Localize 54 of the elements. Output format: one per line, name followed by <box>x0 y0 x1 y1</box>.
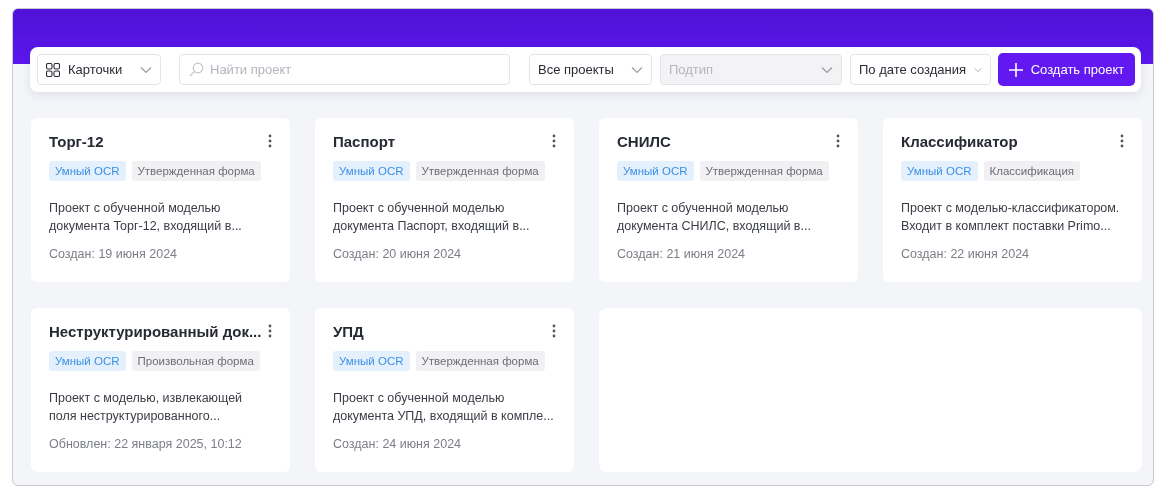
card-description: Проект с обученной моделью документа Торг-12, входящий в... <box>49 200 243 235</box>
tag: Умный OCR <box>901 161 978 181</box>
chevron-down-icon <box>821 65 833 74</box>
card-description: Проект с обученной моделью документа Паспорт, входящий в... <box>333 200 531 235</box>
card-description: Проект с моделью, извлекающей поля неструктурированного... <box>49 390 244 425</box>
project-card[interactable]: Паспорт Умный OCR Утвержденная форма Проект с обученной моделью документа Паспорт, входящий в... Создан: 20 июня 2024 <box>315 118 574 282</box>
more-icon[interactable] <box>1120 134 1124 148</box>
more-icon[interactable] <box>268 134 272 148</box>
card-title: СНИЛС <box>617 132 671 150</box>
project-card[interactable]: Классификатор Умный OCR Классификация Проект с моделью-классификатором. Входит в комплект поставки Primo... Создан: 22 июня 2024 <box>883 118 1142 282</box>
project-card[interactable]: СНИЛС Умный OCR Утвержденная форма Проект с обученной моделью документа СНИЛС, входящий в... Создан: 21 июня 2024 <box>599 118 858 282</box>
chevron-down-icon <box>140 65 152 74</box>
project-card[interactable]: УПД Умный OCR Утвержденная форма Проект с обученной моделью документа УПД, входящий в компле... Создан: 24 июня 2024 <box>315 308 574 472</box>
card-description: Проект с обученной моделью документа УПД, входящий в компле... <box>333 390 554 425</box>
more-icon[interactable] <box>836 134 840 148</box>
more-icon[interactable] <box>552 324 556 338</box>
create-project-button[interactable]: Создать проект <box>998 53 1135 86</box>
filter-select[interactable]: По дате создания <box>850 54 991 85</box>
search-field[interactable]: Найти проект <box>179 54 510 85</box>
plus-icon <box>1008 62 1023 77</box>
tag: Классификация <box>983 161 1081 181</box>
chevron-down-icon <box>631 65 643 74</box>
card-date: Создан: 20 июня 2024 <box>333 247 463 261</box>
card-title: УПД <box>333 322 364 340</box>
card-title: Торг-12 <box>49 132 104 150</box>
card-title: Паспорт <box>333 132 395 150</box>
tag: Утвержденная форма <box>131 161 261 181</box>
tag: Умный OCR <box>617 161 694 181</box>
more-icon[interactable] <box>552 134 556 148</box>
tag: Умный OCR <box>49 351 126 371</box>
more-icon[interactable] <box>268 324 272 338</box>
card-date: Создан: 21 июня 2024 <box>617 247 747 261</box>
tag: Утвержденная форма <box>415 161 545 181</box>
card-date: Создан: 19 июня 2024 <box>49 247 179 261</box>
tag: Умный OCR <box>49 161 126 181</box>
card-title: Классификатор <box>901 132 1018 150</box>
card-date: Создан: 22 июня 2024 <box>901 247 1031 261</box>
tag: Утвержденная форма <box>699 161 829 181</box>
project-card[interactable]: Торг-12 Умный OCR Утвержденная форма Проект с обученной моделью документа Торг-12, входящий в... Создан: 19 июня 2024 <box>31 118 290 282</box>
card-description: Проект с моделью-классификатором. Входит в комплект поставки Primo... <box>901 200 1121 235</box>
tag: Умный OCR <box>333 161 410 181</box>
tag: Произвольная форма <box>131 351 260 371</box>
tag: Утвержденная форма <box>415 351 545 371</box>
card-title: Неструктурированный док... <box>49 322 262 340</box>
card-description: Проект с обученной моделью документа СНИЛС, входящий в... <box>617 200 812 235</box>
card-date: Создан: 24 июня 2024 <box>333 437 463 451</box>
view-select[interactable]: Карточки <box>37 54 161 85</box>
tag: Умный OCR <box>333 351 410 371</box>
search-icon <box>189 62 204 77</box>
filter-select[interactable]: Все проекты <box>529 54 652 85</box>
chevron-down-icon <box>974 65 982 74</box>
project-card[interactable]: Неструктурированный док... Умный OCR Произвольная форма Проект с моделью, извлекающей поля неструктурированного... Обновлен: 22 января 2025, 10:12 <box>31 308 290 472</box>
card-date: Обновлен: 22 января 2025, 10:12 <box>49 437 243 451</box>
grid-icon <box>46 62 60 77</box>
